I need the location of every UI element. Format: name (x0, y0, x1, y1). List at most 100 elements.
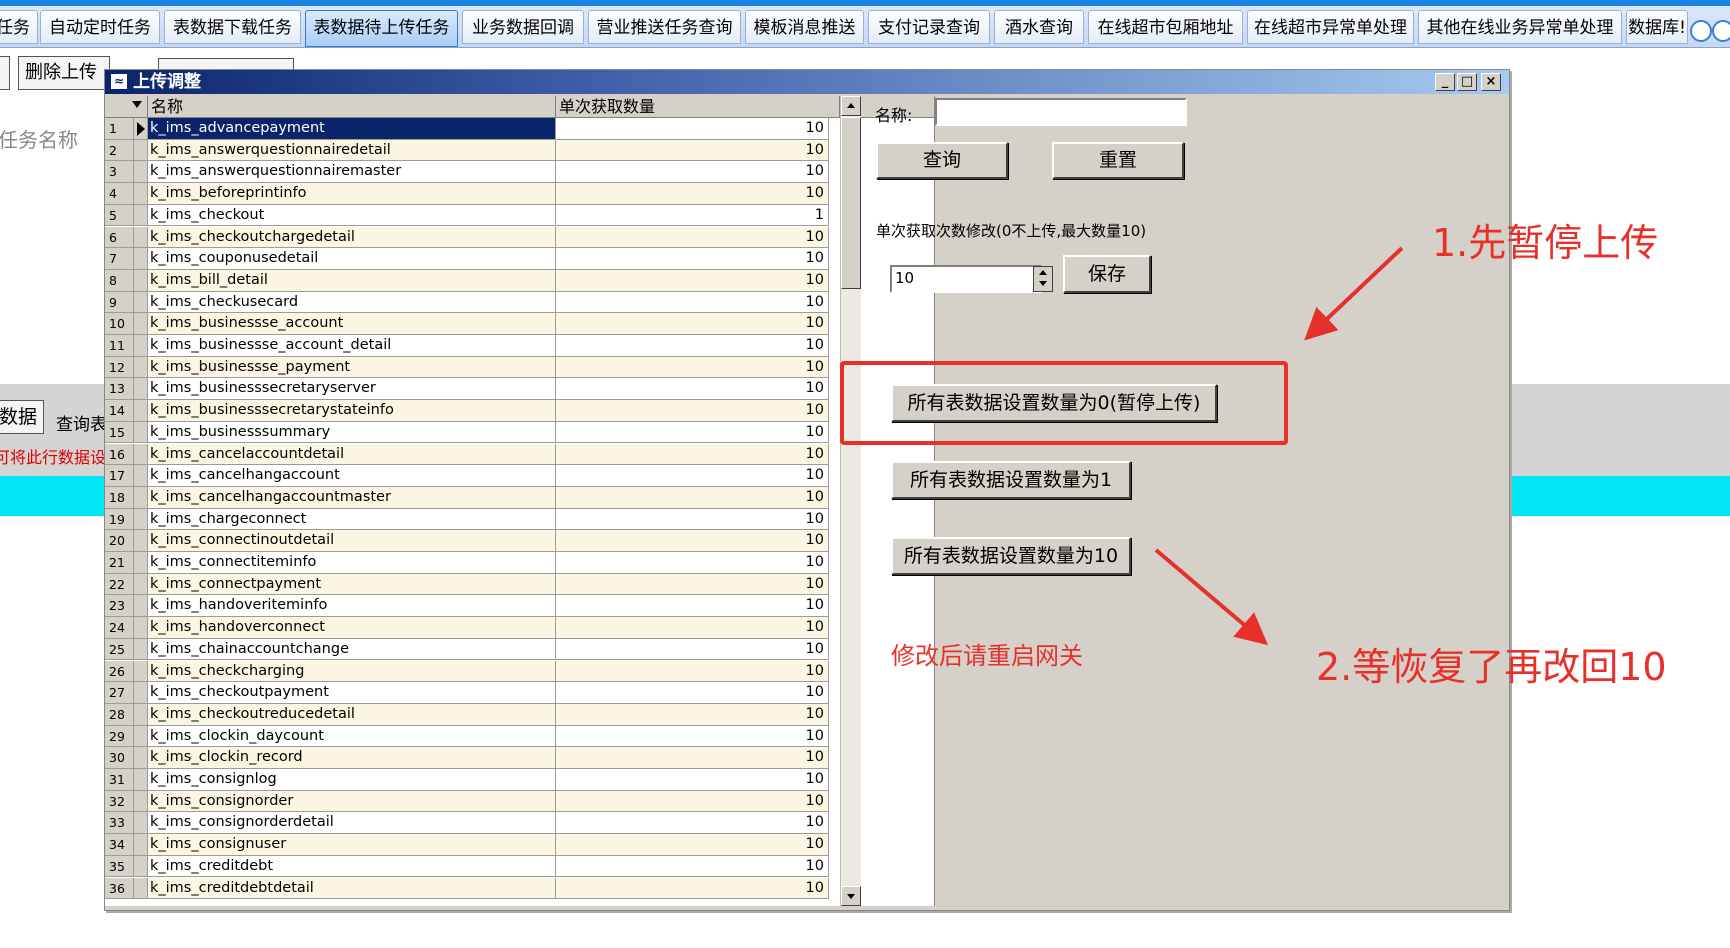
fetch-quantity-cell[interactable]: 10 (556, 877, 829, 900)
fetch-quantity-cell[interactable]: 10 (556, 703, 829, 726)
table-name-cell[interactable]: k_ims_creditdebt (148, 855, 556, 878)
table-name-cell[interactable]: k_ims_businessse_account (148, 313, 556, 335)
fetch-quantity-cell[interactable]: 10 (556, 161, 829, 184)
fetch-quantity-cell[interactable]: 10 (556, 530, 829, 552)
table-row[interactable]: 22 k_ims_connectpayment 10 (105, 573, 934, 596)
data-button[interactable]: 数据 (0, 400, 44, 434)
table-name-cell[interactable]: k_ims_advancepayment (148, 118, 556, 140)
quantity-stepper[interactable] (1033, 266, 1053, 292)
table-name-cell[interactable]: k_ims_answerquestionnairedetail (148, 139, 556, 162)
table-name-cell[interactable]: k_ims_beforeprintinfo (148, 183, 556, 205)
table-row[interactable]: 34 k_ims_consignuser 10 (105, 834, 934, 856)
fetch-quantity-cell[interactable]: 10 (556, 573, 829, 596)
table-row[interactable]: 6 k_ims_checkoutchargedetail 10 (105, 226, 934, 249)
table-row[interactable]: 15 k_ims_businesssummary 10 (105, 421, 934, 444)
scroll-thumb[interactable] (841, 117, 861, 289)
table-row[interactable]: 3 k_ims_answerquestionnairemaster 10 (105, 161, 934, 184)
fetch-quantity-cell[interactable]: 10 (556, 617, 829, 639)
table-name-cell[interactable]: k_ims_chargeconnect (148, 508, 556, 531)
fetch-quantity-cell[interactable]: 10 (556, 226, 829, 249)
fetch-quantity-cell[interactable]: 10 (556, 638, 829, 661)
table-row[interactable]: 12 k_ims_businessse_payment 10 (105, 356, 934, 379)
fetch-quantity-cell[interactable]: 10 (556, 660, 829, 683)
dialog-titlebar[interactable]: ≈ 上传调整 _ □ × (105, 70, 1509, 94)
table-row[interactable]: 11 k_ims_businessse_account_detail 10 (105, 335, 934, 357)
set-ten-button[interactable]: 所有表数据设置数量为10 (891, 537, 1131, 575)
fetch-quantity-cell[interactable]: 10 (556, 834, 829, 856)
partial-button[interactable] (0, 56, 10, 90)
scroll-down-button[interactable] (841, 886, 861, 906)
tab-item[interactable]: 支付记录查询 (868, 10, 990, 44)
table-row[interactable]: 36 k_ims_creditdebtdetail 10 (105, 877, 934, 900)
table-name-cell[interactable]: k_ims_connectiteminfo (148, 552, 556, 574)
fetch-quantity-cell[interactable]: 10 (556, 747, 829, 769)
fetch-quantity-cell[interactable]: 10 (556, 269, 829, 292)
table-row[interactable]: 8 k_ims_bill_detail 10 (105, 269, 934, 292)
fetch-quantity-cell[interactable]: 10 (556, 465, 829, 487)
fetch-quantity-cell[interactable]: 1 (556, 204, 829, 227)
table-row[interactable]: 31 k_ims_consignlog 10 (105, 769, 934, 791)
fetch-quantity-cell[interactable]: 10 (556, 725, 829, 748)
table-name-cell[interactable]: k_ims_creditdebtdetail (148, 877, 556, 900)
table-row[interactable]: 24 k_ims_handoverconnect 10 (105, 617, 934, 639)
tab-scroll-right-icon[interactable] (1712, 20, 1730, 42)
table-row[interactable]: 30 k_ims_clockin_record 10 (105, 747, 934, 769)
table-row[interactable]: 27 k_ims_checkoutpayment 10 (105, 682, 934, 704)
table-row[interactable]: 29 k_ims_clockin_daycount 10 (105, 725, 934, 748)
name-input[interactable] (935, 98, 1187, 126)
table-name-cell[interactable]: k_ims_chainaccountchange (148, 638, 556, 661)
table-row[interactable]: 19 k_ims_chargeconnect 10 (105, 508, 934, 531)
grid-scrollbar[interactable] (840, 96, 861, 906)
fetch-quantity-cell[interactable]: 10 (556, 378, 829, 401)
table-name-cell[interactable]: k_ims_cancelaccountdetail (148, 443, 556, 466)
table-row[interactable]: 26 k_ims_checkcharging 10 (105, 660, 934, 683)
table-name-cell[interactable]: k_ims_checkoutchargedetail (148, 226, 556, 249)
table-name-cell[interactable]: k_ims_consignlog (148, 769, 556, 791)
table-row[interactable]: 23 k_ims_handoveriteminfo 10 (105, 595, 934, 618)
fetch-quantity-cell[interactable]: 10 (556, 812, 829, 835)
table-name-cell[interactable]: k_ims_checkusecard (148, 291, 556, 314)
fetch-quantity-cell[interactable]: 10 (556, 855, 829, 878)
table-row[interactable]: 7 k_ims_couponusedetail 10 (105, 248, 934, 270)
table-row[interactable]: 21 k_ims_connectiteminfo 10 (105, 552, 934, 574)
tab-item[interactable]: 数据库! (1626, 10, 1688, 44)
table-name-cell[interactable]: k_ims_businessse_account_detail (148, 335, 556, 357)
table-name-cell[interactable]: k_ims_checkcharging (148, 660, 556, 683)
fetch-quantity-cell[interactable]: 10 (556, 443, 829, 466)
tab-item[interactable]: 业务数据回调 (462, 10, 584, 44)
fetch-quantity-cell[interactable]: 10 (556, 769, 829, 791)
column-header-qty[interactable]: 单次获取数量 (556, 96, 840, 117)
fetch-quantity-cell[interactable]: 10 (556, 356, 829, 379)
table-row[interactable]: 4 k_ims_beforeprintinfo 10 (105, 183, 934, 205)
table-row[interactable]: 25 k_ims_chainaccountchange 10 (105, 638, 934, 661)
tab-item[interactable]: 在线超市异常单处理 (1247, 10, 1414, 44)
table-name-cell[interactable]: k_ims_consignorder (148, 790, 556, 813)
tab-item[interactable]: 任务 (0, 10, 38, 44)
tab-item[interactable]: 营业推送任务查询 (588, 10, 741, 44)
tab-item[interactable]: 表数据下载任务 (164, 10, 301, 44)
table-row[interactable]: 33 k_ims_consignorderdetail 10 (105, 812, 934, 835)
reset-button[interactable]: 重置 (1052, 142, 1184, 179)
table-row[interactable]: 32 k_ims_consignorder 10 (105, 790, 934, 813)
tab-scroll-left-icon[interactable] (1690, 20, 1712, 42)
table-name-cell[interactable]: k_ims_checkoutpayment (148, 682, 556, 704)
fetch-quantity-cell[interactable]: 10 (556, 508, 829, 531)
tab-item[interactable]: 自动定时任务 (40, 10, 160, 44)
table-name-cell[interactable]: k_ims_businesssecretarystateinfo (148, 400, 556, 422)
table-name-cell[interactable]: k_ims_connectpayment (148, 573, 556, 596)
table-row[interactable]: 10 k_ims_businessse_account 10 (105, 313, 934, 335)
fetch-quantity-cell[interactable]: 10 (556, 313, 829, 335)
table-row[interactable]: 1 k_ims_advancepayment 10 (105, 118, 934, 140)
query-button[interactable]: 查询 (876, 142, 1008, 179)
fetch-quantity-cell[interactable]: 10 (556, 486, 829, 509)
table-row[interactable]: 28 k_ims_checkoutreducedetail 10 (105, 703, 934, 726)
table-row[interactable]: 17 k_ims_cancelhangaccount 10 (105, 465, 934, 487)
delete-upload-button[interactable]: 删除上传 (18, 56, 110, 90)
table-name-cell[interactable]: k_ims_checkoutreducedetail (148, 703, 556, 726)
fetch-quantity-cell[interactable]: 10 (556, 291, 829, 314)
tab-item[interactable]: 酒水查询 (994, 10, 1084, 44)
table-row[interactable]: 9 k_ims_checkusecard 10 (105, 291, 934, 314)
table-name-cell[interactable]: k_ims_cancelhangaccountmaster (148, 486, 556, 509)
table-name-cell[interactable]: k_ims_businesssecretaryserver (148, 378, 556, 401)
close-icon[interactable]: × (1481, 73, 1501, 91)
